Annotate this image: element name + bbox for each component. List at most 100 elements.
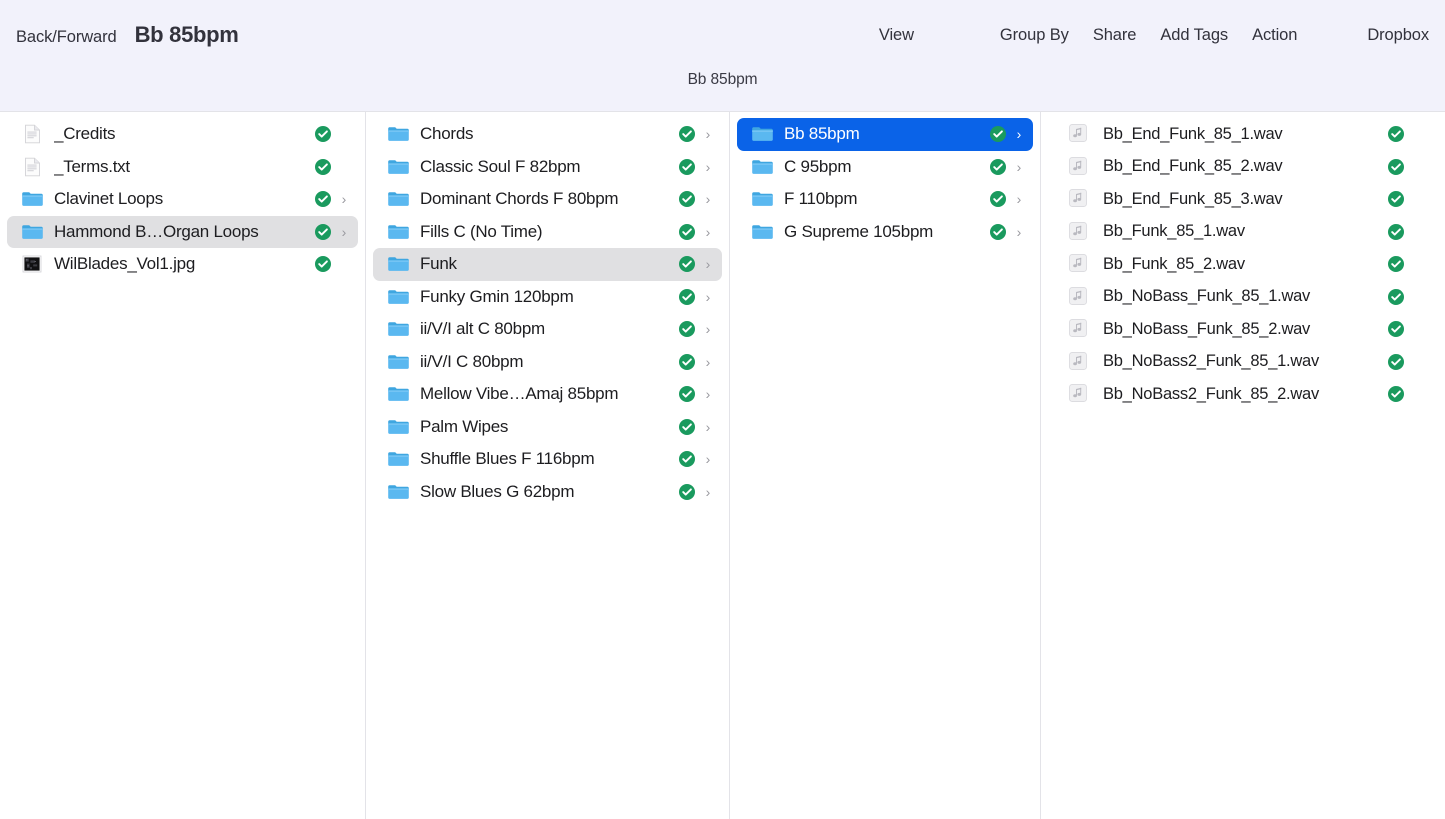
chevron-right-icon[interactable]: › — [701, 257, 715, 271]
action-button[interactable]: Action — [1252, 26, 1297, 45]
view-button[interactable]: View — [879, 26, 914, 45]
file-row[interactable]: Hammond B…Organ Loops› — [7, 216, 358, 249]
file-row[interactable]: Chords › — [373, 118, 722, 151]
chevron-right-icon[interactable]: › — [1012, 160, 1026, 174]
chevron-right-icon[interactable]: › — [337, 192, 351, 206]
file-row[interactable]: Fills C (No Time)› — [373, 216, 722, 249]
chevron-right-icon[interactable]: › — [701, 322, 715, 336]
sync-check-icon — [1387, 320, 1405, 338]
file-row[interactable]: Dominant Chords F 80bpm› — [373, 183, 722, 216]
file-row[interactable]: Clavinet Loops› — [7, 183, 358, 216]
file-row[interactable]: Bb_End_Funk_85_1.wav› — [1048, 118, 1438, 151]
file-row[interactable]: Palm Wipes› — [373, 411, 722, 444]
file-row[interactable]: C 95bpm › — [737, 151, 1033, 184]
folder-icon — [387, 416, 409, 438]
file-row[interactable]: Bb_NoBass_Funk_85_1.wav› — [1048, 281, 1438, 314]
file-row[interactable]: Funky Gmin 120bpm› — [373, 281, 722, 314]
file-row[interactable]: Bb_End_Funk_85_2.wav› — [1048, 151, 1438, 184]
back-forward-button[interactable]: Back/Forward — [16, 28, 117, 47]
audio-file-icon — [1068, 383, 1090, 405]
file-row[interactable]: Slow Blues G 62bpm› — [373, 476, 722, 509]
audio-file-icon — [1068, 253, 1090, 275]
chevron-right-icon[interactable]: › — [337, 225, 351, 239]
audio-file-icon — [1068, 188, 1090, 210]
folder-icon — [387, 253, 409, 275]
sync-check-icon — [1387, 223, 1405, 241]
file-row[interactable]: Bb_Funk_85_2.wav› — [1048, 248, 1438, 281]
chevron-right-icon[interactable]: › — [1012, 127, 1026, 141]
path-bar-current-folder: Bb 85bpm — [688, 71, 758, 89]
chevron-right-icon[interactable]: › — [1012, 192, 1026, 206]
folder-icon — [387, 123, 409, 145]
chevron-right-icon[interactable]: › — [701, 387, 715, 401]
sync-check-icon — [678, 483, 696, 501]
sync-check-icon — [678, 353, 696, 371]
file-name-label: Bb_Funk_85_2.wav — [1103, 255, 1381, 274]
chevron-right-icon[interactable]: › — [1012, 225, 1026, 239]
sync-check-icon — [1387, 125, 1405, 143]
audio-file-icon — [1068, 286, 1090, 308]
file-row[interactable]: Bb_Funk_85_1.wav› — [1048, 216, 1438, 249]
sync-check-icon — [678, 190, 696, 208]
file-row[interactable]: Bb_End_Funk_85_3.wav› — [1048, 183, 1438, 216]
sync-check-icon — [989, 223, 1007, 241]
folder-icon — [387, 351, 409, 373]
file-row[interactable]: Classic Soul F 82bpm› — [373, 151, 722, 184]
file-name-label: Bb_NoBass2_Funk_85_2.wav — [1103, 385, 1381, 404]
add-tags-button[interactable]: Add Tags — [1160, 26, 1228, 45]
chevron-right-icon[interactable]: › — [701, 452, 715, 466]
file-row[interactable]: ii/V/I C 80bpm› — [373, 346, 722, 379]
folder-icon — [387, 318, 409, 340]
toolbar: Back/Forward Bb 85bpm View Group By Shar… — [0, 0, 1445, 70]
sync-check-icon — [989, 125, 1007, 143]
file-row[interactable]: Bb 85bpm› — [737, 118, 1033, 151]
share-button[interactable]: Share — [1093, 26, 1137, 45]
file-row[interactable]: Bb_NoBass2_Funk_85_1.wav› — [1048, 346, 1438, 379]
sync-check-icon — [1387, 190, 1405, 208]
document-icon — [21, 123, 43, 145]
file-row[interactable]: Bb_NoBass_Funk_85_2.wav› — [1048, 313, 1438, 346]
chevron-right-icon[interactable]: › — [701, 485, 715, 499]
finder-column-4[interactable]: Bb_End_Funk_85_1.wav›Bb_End_Funk_85_2.wa… — [1041, 112, 1445, 819]
chevron-right-icon[interactable]: › — [701, 355, 715, 369]
file-name-label: G Supreme 105bpm — [784, 222, 983, 242]
file-name-label: C 95bpm — [784, 157, 983, 177]
folder-icon — [387, 188, 409, 210]
chevron-right-icon[interactable]: › — [701, 127, 715, 141]
file-row[interactable]: ii/V/I alt C 80bpm› — [373, 313, 722, 346]
path-bar: Bb 85bpm — [0, 70, 1445, 111]
finder-column-2[interactable]: Chords›Classic Soul F 82bpm›Dominant Cho… — [366, 112, 730, 819]
file-name-label: Bb_NoBass_Funk_85_1.wav — [1103, 287, 1381, 306]
chevron-right-icon[interactable]: › — [701, 290, 715, 304]
file-name-label: Bb_End_Funk_85_3.wav — [1103, 190, 1381, 209]
folder-icon — [751, 188, 773, 210]
file-name-label: Chords — [420, 124, 672, 144]
file-row[interactable]: _Terms.txt› — [7, 151, 358, 184]
file-row[interactable]: G Supreme 105bpm › — [737, 216, 1033, 249]
audio-file-icon — [1068, 318, 1090, 340]
sync-check-icon — [678, 223, 696, 241]
folder-icon — [387, 383, 409, 405]
chevron-right-icon[interactable]: › — [701, 225, 715, 239]
sync-check-icon — [678, 158, 696, 176]
file-row[interactable]: Bb_NoBass2_Funk_85_2.wav› — [1048, 378, 1438, 411]
dropbox-button[interactable]: Dropbox — [1367, 26, 1429, 45]
sync-check-icon — [1387, 255, 1405, 273]
file-row[interactable]: _Credits› — [7, 118, 358, 151]
sync-check-icon — [314, 255, 332, 273]
chevron-right-icon[interactable]: › — [701, 420, 715, 434]
file-row[interactable]: Mellow Vibe…Amaj 85bpm› — [373, 378, 722, 411]
chevron-right-icon[interactable]: › — [701, 192, 715, 206]
sync-check-icon — [678, 125, 696, 143]
sync-check-icon — [314, 190, 332, 208]
file-row[interactable]: Funk› — [373, 248, 722, 281]
sync-check-icon — [1387, 158, 1405, 176]
file-row[interactable]: F 110bpm› — [737, 183, 1033, 216]
file-name-label: Bb_NoBass_Funk_85_2.wav — [1103, 320, 1381, 339]
chevron-right-icon[interactable]: › — [701, 160, 715, 174]
group-by-button[interactable]: Group By — [1000, 26, 1069, 45]
finder-column-1[interactable]: _Credits›_Terms.txt›Clavinet Loops›Hammo… — [0, 112, 366, 819]
finder-column-3[interactable]: Bb 85bpm›C 95bpm›F 110bpm›G Supreme 105b… — [730, 112, 1041, 819]
file-row[interactable]: WilBlades_Vol1.jpg› — [7, 248, 358, 281]
file-row[interactable]: Shuffle Blues F 116bpm› — [373, 443, 722, 476]
